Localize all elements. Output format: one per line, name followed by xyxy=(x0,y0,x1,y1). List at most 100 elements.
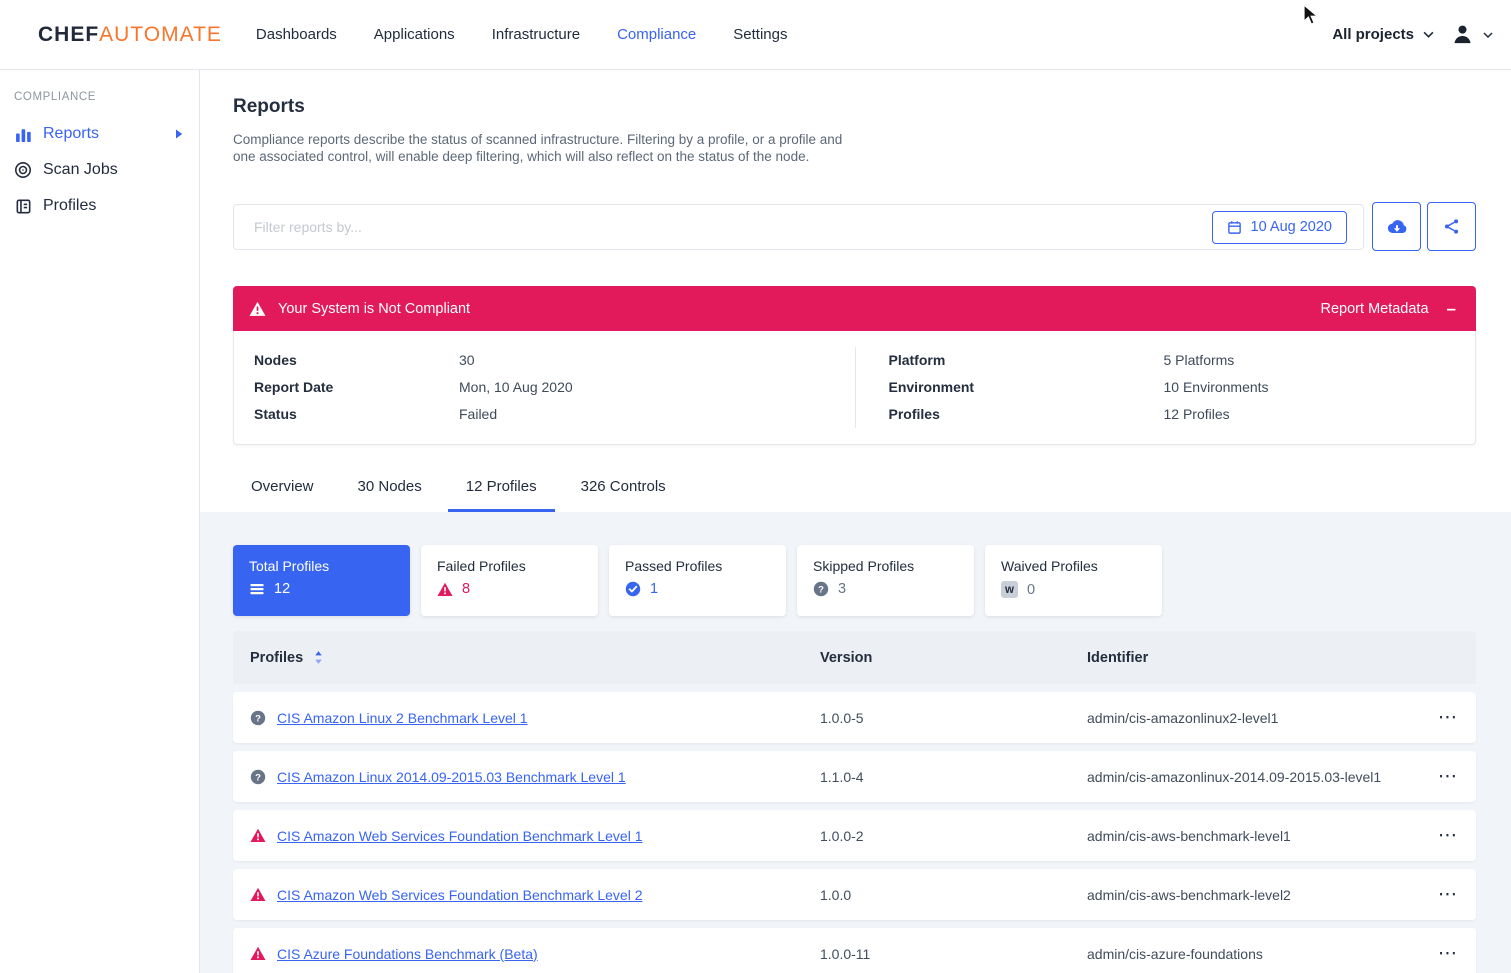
profiles-icon xyxy=(14,198,32,215)
download-report-button[interactable] xyxy=(1372,202,1421,251)
non-compliant-banner: Your System is Not Compliant Report Meta… xyxy=(233,286,1476,331)
filter-reports-input[interactable] xyxy=(234,219,1363,235)
warning-triangle-icon xyxy=(250,887,266,902)
check-circle-icon xyxy=(625,581,641,597)
top-navigation: CHEFAUTOMATE Dashboards Applications Inf… xyxy=(0,0,1511,70)
sidebar-item-label: Reports xyxy=(43,125,99,143)
meta-platform: Platform 5 Platforms xyxy=(889,347,1476,374)
sidebar-item-reports[interactable]: Reports xyxy=(0,116,199,152)
primary-nav: Dashboards Applications Infrastructure C… xyxy=(256,26,825,43)
report-metadata-panel: Nodes 30 Report Date Mon, 10 Aug 2020 St… xyxy=(233,331,1476,445)
profile-link[interactable]: CIS Amazon Linux 2014.09-2015.03 Benchma… xyxy=(277,769,626,785)
meta-status: Status Failed xyxy=(254,401,855,428)
bar-chart-icon xyxy=(14,126,32,143)
question-circle-icon: ? xyxy=(813,581,829,597)
nav-dashboards[interactable]: Dashboards xyxy=(256,26,337,43)
filter-input-container: 10 Aug 2020 xyxy=(233,204,1364,250)
profile-version: 1.1.0-4 xyxy=(820,769,1087,785)
row-menu-icon[interactable]: ⋯ xyxy=(1438,884,1458,905)
meta-nodes: Nodes 30 xyxy=(254,347,855,374)
nav-compliance[interactable]: Compliance xyxy=(617,26,696,43)
passed-profiles-card[interactable]: Passed Profiles 1 xyxy=(609,545,786,616)
chef-automate-logo[interactable]: CHEFAUTOMATE xyxy=(38,23,222,47)
question-circle-icon: ? xyxy=(250,769,266,785)
filter-bar: 10 Aug 2020 xyxy=(233,202,1476,251)
profile-identifier: admin/cis-aws-benchmark-level1 xyxy=(1087,828,1420,844)
meta-environment: Environment 10 Environments xyxy=(889,374,1476,401)
tab-nodes[interactable]: 30 Nodes xyxy=(340,478,440,512)
sidebar-item-label: Scan Jobs xyxy=(43,161,118,179)
tab-controls[interactable]: 326 Controls xyxy=(563,478,684,512)
sidebar-item-scan-jobs[interactable]: Scan Jobs xyxy=(0,152,199,188)
warning-triangle-icon xyxy=(250,946,266,961)
table-row: ? CIS Amazon Linux 2014.09-2015.03 Bench… xyxy=(233,751,1476,802)
failed-profiles-card[interactable]: Failed Profiles 8 xyxy=(421,545,598,616)
profile-version: 1.0.0-5 xyxy=(820,710,1087,726)
collapse-minus-icon[interactable]: – xyxy=(1447,299,1460,319)
row-menu-icon[interactable]: ⋯ xyxy=(1438,707,1458,728)
skipped-profiles-card[interactable]: Skipped Profiles ? 3 xyxy=(797,545,974,616)
tab-profiles[interactable]: 12 Profiles xyxy=(448,478,555,512)
nav-applications[interactable]: Applications xyxy=(374,26,455,43)
logo-automate-text: AUTOMATE xyxy=(99,23,222,46)
radar-icon xyxy=(14,161,32,179)
profile-link[interactable]: CIS Amazon Web Services Foundation Bench… xyxy=(277,887,642,903)
date-picker-button[interactable]: 10 Aug 2020 xyxy=(1212,211,1347,244)
date-picker-value: 10 Aug 2020 xyxy=(1251,219,1332,235)
svg-text:?: ? xyxy=(255,713,261,724)
profile-version: 1.0.0-2 xyxy=(820,828,1087,844)
table-row: CIS Amazon Web Services Foundation Bench… xyxy=(233,810,1476,861)
report-metadata-toggle[interactable]: Report Metadata – xyxy=(1321,299,1460,319)
compliance-sidebar: COMPLIANCE Reports Scan Jobs Profiles xyxy=(0,70,200,973)
share-report-button[interactable] xyxy=(1427,202,1476,251)
profile-identifier: admin/cis-aws-benchmark-level2 xyxy=(1087,887,1420,903)
chevron-down-icon[interactable] xyxy=(1423,31,1434,38)
waived-profiles-card[interactable]: Waived Profiles w 0 xyxy=(985,545,1162,616)
page-description: Compliance reports describe the status o… xyxy=(233,132,855,165)
profile-identifier: admin/cis-azure-foundations xyxy=(1087,946,1420,962)
column-version: Version xyxy=(820,650,1087,666)
waived-profiles-count: 0 xyxy=(1027,582,1035,598)
profile-link[interactable]: CIS Amazon Linux 2 Benchmark Level 1 xyxy=(277,710,528,726)
profile-identifier: admin/cis-amazonlinux2-level1 xyxy=(1087,710,1420,726)
profile-link[interactable]: CIS Azure Foundations Benchmark (Beta) xyxy=(277,946,538,962)
row-menu-icon[interactable]: ⋯ xyxy=(1438,766,1458,787)
row-menu-icon[interactable]: ⋯ xyxy=(1438,825,1458,846)
report-tabs: Overview 30 Nodes 12 Profiles 326 Contro… xyxy=(233,478,1476,512)
sidebar-section-label: COMPLIANCE xyxy=(0,91,199,103)
sort-icon[interactable] xyxy=(314,650,323,665)
svg-text:?: ? xyxy=(255,772,261,783)
profile-summary-cards: Total Profiles 12 Failed Profiles xyxy=(233,545,1476,616)
profile-link[interactable]: CIS Amazon Web Services Foundation Bench… xyxy=(277,828,642,844)
list-icon xyxy=(249,581,265,597)
table-row: CIS Amazon Web Services Foundation Bench… xyxy=(233,869,1476,920)
table-row: ? CIS Amazon Linux 2 Benchmark Level 1 1… xyxy=(233,692,1476,743)
row-menu-icon[interactable]: ⋯ xyxy=(1438,943,1458,964)
projects-selector[interactable]: All projects xyxy=(1332,26,1414,43)
expand-right-icon[interactable] xyxy=(175,129,183,139)
profile-version: 1.0.0-11 xyxy=(820,946,1087,962)
profiles-tab-panel: Total Profiles 12 Failed Profiles xyxy=(200,512,1511,973)
question-circle-icon: ? xyxy=(250,710,266,726)
meta-profiles: Profiles 12 Profiles xyxy=(889,401,1476,428)
sidebar-item-profiles[interactable]: Profiles xyxy=(0,188,199,224)
warning-triangle-icon xyxy=(250,828,266,843)
banner-message: Your System is Not Compliant xyxy=(278,301,470,317)
svg-text:?: ? xyxy=(818,584,824,595)
nav-settings[interactable]: Settings xyxy=(733,26,787,43)
tab-overview[interactable]: Overview xyxy=(233,478,332,512)
share-icon xyxy=(1443,218,1460,235)
profile-identifier: admin/cis-amazonlinux-2014.09-2015.03-le… xyxy=(1087,769,1420,785)
table-row: CIS Azure Foundations Benchmark (Beta) 1… xyxy=(233,928,1476,973)
page-title: Reports xyxy=(233,96,1476,118)
total-profiles-card[interactable]: Total Profiles 12 xyxy=(233,545,410,616)
column-profiles[interactable]: Profiles xyxy=(250,650,303,666)
sidebar-item-label: Profiles xyxy=(43,197,96,215)
calendar-icon xyxy=(1227,220,1242,235)
nav-infrastructure[interactable]: Infrastructure xyxy=(492,26,580,43)
chevron-down-icon[interactable] xyxy=(1483,32,1493,38)
passed-profiles-count: 1 xyxy=(650,581,658,597)
skipped-profiles-count: 3 xyxy=(838,581,846,597)
user-avatar-icon[interactable] xyxy=(1451,23,1474,46)
warning-triangle-icon xyxy=(249,301,266,317)
